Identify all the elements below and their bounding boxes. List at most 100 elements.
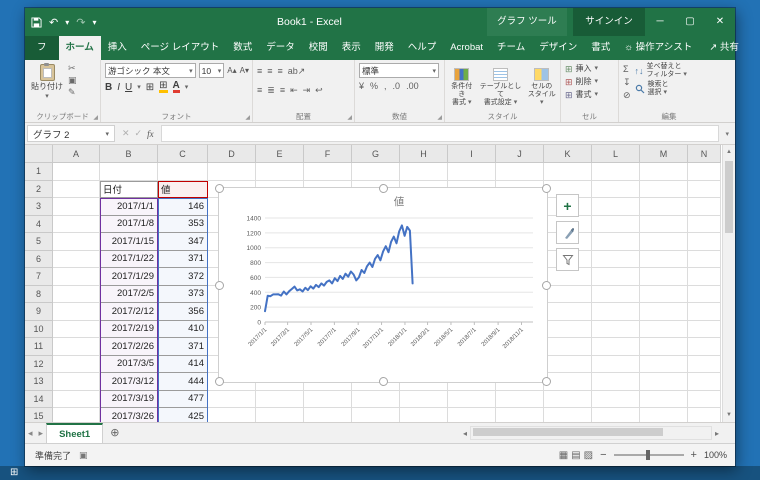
font-color-icon[interactable]: A xyxy=(172,81,180,93)
chart-handle[interactable] xyxy=(542,281,551,290)
paste-button[interactable]: 貼り付け ▾ xyxy=(29,63,65,100)
cell-N1[interactable] xyxy=(688,163,721,181)
cell-N5[interactable] xyxy=(688,233,721,251)
cell-styles-button[interactable]: セルの スタイル ▾ xyxy=(527,67,557,107)
cell-A4[interactable] xyxy=(53,215,100,233)
value-range-outline[interactable] xyxy=(158,198,208,422)
vertical-scrollbar[interactable]: ▲ ▼ xyxy=(722,145,735,422)
cell-D14[interactable] xyxy=(208,390,256,408)
cell-N6[interactable] xyxy=(688,250,721,268)
normal-view-icon[interactable]: ▦ xyxy=(559,450,568,461)
increase-decimal-icon[interactable]: .0 xyxy=(393,81,401,91)
cell-G14[interactable] xyxy=(352,390,400,408)
cell-H1[interactable] xyxy=(400,163,448,181)
zoom-level[interactable]: 100% xyxy=(704,450,727,460)
page-layout-view-icon[interactable]: ▤ xyxy=(571,450,580,461)
cell-K8[interactable] xyxy=(544,285,592,303)
scrollbar-thumb[interactable] xyxy=(473,428,664,436)
cancel-icon[interactable]: ✕ xyxy=(122,128,130,139)
cell-D1[interactable] xyxy=(208,163,256,181)
increase-font-icon[interactable]: A▴ xyxy=(227,66,236,75)
tab-Acrobat[interactable]: Acrobat xyxy=(443,36,490,60)
chart-handle[interactable] xyxy=(542,184,551,193)
format-cells-button[interactable]: ⊞ 書式 ▾ xyxy=(565,89,615,101)
cell-A11[interactable] xyxy=(53,338,100,356)
chart-handle[interactable] xyxy=(542,377,551,386)
next-sheet-icon[interactable]: ▸ xyxy=(36,423,47,443)
maximize-button[interactable]: ▢ xyxy=(675,8,705,36)
cell-L4[interactable] xyxy=(592,215,640,233)
cell-N12[interactable] xyxy=(688,355,721,373)
tab-書式[interactable]: 書式 xyxy=(584,36,617,60)
cell-K12[interactable] xyxy=(544,355,592,373)
delete-cells-button[interactable]: ⊞ 削除 ▾ xyxy=(565,76,615,88)
cell-A3[interactable] xyxy=(53,198,100,216)
row-header-10[interactable]: 10 xyxy=(25,320,53,338)
row-header-6[interactable]: 6 xyxy=(25,250,53,268)
cell-J1[interactable] xyxy=(496,163,544,181)
comma-icon[interactable]: , xyxy=(384,81,387,91)
insert-function-icon[interactable]: fx xyxy=(147,129,154,139)
scrollbar-track[interactable] xyxy=(470,426,712,440)
cell-L12[interactable] xyxy=(592,355,640,373)
cell-B2[interactable]: 日付 xyxy=(100,180,158,198)
name-box[interactable]: グラフ 2 ▾ xyxy=(27,125,115,142)
column-header-B[interactable]: B xyxy=(100,145,158,163)
cell-I1[interactable] xyxy=(448,163,496,181)
cell-M13[interactable] xyxy=(640,373,688,391)
chart-handle[interactable] xyxy=(379,184,388,193)
cell-G1[interactable] xyxy=(352,163,400,181)
cell-K11[interactable] xyxy=(544,338,592,356)
align-top-icon[interactable]: ≡ xyxy=(257,65,262,78)
decrease-decimal-icon[interactable]: .00 xyxy=(406,81,419,91)
chart-styles-button[interactable] xyxy=(556,221,579,244)
zoom-out-icon[interactable]: − xyxy=(600,449,606,461)
cell-M11[interactable] xyxy=(640,338,688,356)
tab-データ[interactable]: データ xyxy=(259,36,302,60)
column-header-K[interactable]: K xyxy=(544,145,592,163)
cell-M1[interactable] xyxy=(640,163,688,181)
cell-L2[interactable] xyxy=(592,180,640,198)
scroll-down-icon[interactable]: ▼ xyxy=(723,408,735,422)
cell-C1[interactable] xyxy=(158,163,208,181)
cell-N3[interactable] xyxy=(688,198,721,216)
cell-E1[interactable] xyxy=(256,163,304,181)
row-header-15[interactable]: 15 xyxy=(25,408,53,422)
tab-ページ レイアウト[interactable]: ページ レイアウト xyxy=(134,36,226,60)
minimize-button[interactable]: ─ xyxy=(645,8,675,36)
cell-M2[interactable] xyxy=(640,180,688,198)
enter-icon[interactable]: ✓ xyxy=(135,128,143,139)
cell-A13[interactable] xyxy=(53,373,100,391)
cell-M6[interactable] xyxy=(640,250,688,268)
row-header-9[interactable]: 9 xyxy=(25,303,53,321)
row-header-13[interactable]: 13 xyxy=(25,373,53,391)
cell-F15[interactable] xyxy=(304,408,352,422)
formula-input[interactable] xyxy=(160,125,720,142)
cell-A1[interactable] xyxy=(53,163,100,181)
redo-icon[interactable]: ↷ xyxy=(76,16,85,29)
cell-A9[interactable] xyxy=(53,303,100,321)
row-header-8[interactable]: 8 xyxy=(25,285,53,303)
cell-M10[interactable] xyxy=(640,320,688,338)
formula-bar-expand-icon[interactable]: ▾ xyxy=(721,130,733,138)
cell-A15[interactable] xyxy=(53,408,100,422)
cell-M5[interactable] xyxy=(640,233,688,251)
column-header-C[interactable]: C xyxy=(158,145,208,163)
cell-M14[interactable] xyxy=(640,390,688,408)
cell-N7[interactable] xyxy=(688,268,721,286)
align-middle-icon[interactable]: ≡ xyxy=(267,65,272,78)
dialog-launcher-icon[interactable]: ◢ xyxy=(347,114,352,121)
tab-数式[interactable]: 数式 xyxy=(226,36,259,60)
italic-button[interactable]: I xyxy=(117,82,120,93)
cell-F14[interactable] xyxy=(304,390,352,408)
format-as-table-button[interactable]: テーブルとして 書式設定 ▾ xyxy=(478,67,522,107)
tab-チーム[interactable]: チーム xyxy=(490,36,532,60)
autosum-icon[interactable]: Σ xyxy=(623,63,631,75)
chart-filters-button[interactable] xyxy=(556,248,579,271)
cell-A10[interactable] xyxy=(53,320,100,338)
category-range-outline[interactable] xyxy=(100,198,158,422)
close-button[interactable]: ✕ xyxy=(705,8,735,36)
sign-in-button[interactable]: サインイン xyxy=(573,8,645,36)
decrease-indent-icon[interactable]: ⇤ xyxy=(290,84,298,97)
insert-cells-button[interactable]: ⊞ 挿入 ▾ xyxy=(565,63,615,75)
